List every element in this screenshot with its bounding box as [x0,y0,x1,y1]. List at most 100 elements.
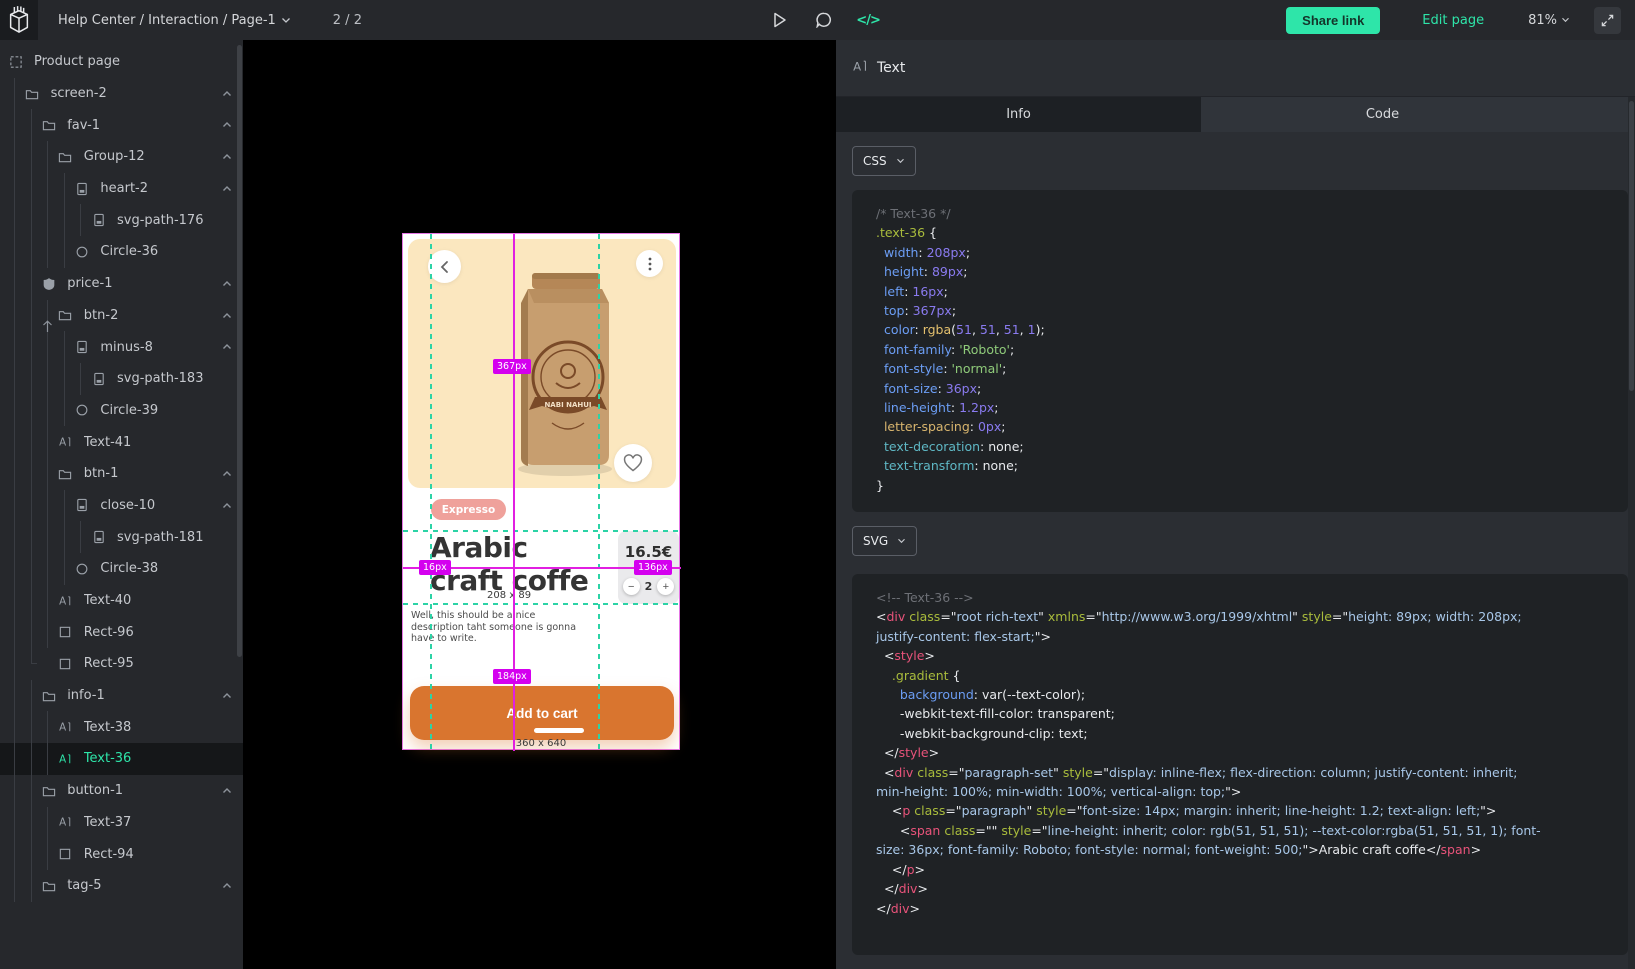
layer-label: screen-2 [51,86,243,101]
rect-icon [58,847,73,862]
layer-row-info-1[interactable]: info-1 [0,680,243,712]
tree-indent-guide [31,743,32,775]
layer-row-close-10[interactable]: close-10 [0,490,243,522]
layer-row-fav-1[interactable]: fav-1 [0,109,243,141]
minus-button[interactable]: − [623,578,640,595]
edit-page-link[interactable]: Edit page [1422,13,1484,28]
css-language-select[interactable]: CSS [852,146,916,176]
css-language-value: CSS [863,154,887,168]
comment-button[interactable] [814,11,834,29]
inspector-title: Text [877,60,905,76]
design-canvas[interactable]: NABI NAHUI Expresso Arabic craft coffe [243,40,836,969]
tree-indent-guide [14,331,15,363]
tree-indent-guide [31,173,32,205]
tree-indent-guide [31,204,32,236]
chevron-up-icon[interactable] [221,151,233,167]
tree-indent-guide [14,838,15,870]
layer-row-product page[interactable]: Product page [0,46,243,78]
layer-row-text-40[interactable]: AText-40 [0,585,243,617]
tab-info[interactable]: Info [836,97,1201,132]
layer-row-rect-95[interactable]: Rect-95 [0,648,243,680]
layer-row-text-41[interactable]: AText-41 [0,426,243,458]
code-line: </div> [876,879,1604,898]
code-line: color: rgba(51, 51, 51, 1); [876,320,1604,339]
panel-scrollbar-thumb[interactable] [1629,101,1634,391]
layer-row-circle-38[interactable]: Circle-38 [0,553,243,585]
text-layer-icon: A [852,58,868,78]
chevron-up-icon[interactable] [221,500,233,516]
chevron-up-icon[interactable] [221,785,233,801]
sidebar-scrollbar[interactable] [237,45,242,657]
chevron-up-icon[interactable] [221,880,233,896]
tree-indent-guide [14,268,15,300]
tree-indent-guide [31,838,32,870]
code-mode-button[interactable]: </> [858,11,878,29]
layer-row-price-1[interactable]: price-1 [0,268,243,300]
play-button[interactable] [770,11,790,29]
text-icon: A [58,720,73,735]
fullscreen-button[interactable] [1594,7,1621,34]
code-line: size: 36px; font-family: Roboto; font-st… [876,840,1604,859]
layer-row-rect-94[interactable]: Rect-94 [0,838,243,870]
circle-icon [74,244,89,259]
share-link-button[interactable]: Share link [1286,7,1380,34]
chevron-up-icon[interactable] [221,119,233,135]
layer-row-svg-path-183[interactable]: svg-path-183 [0,363,243,395]
back-button[interactable] [428,250,461,283]
layer-row-group-12[interactable]: Group-12 [0,141,243,173]
more-options-button[interactable] [636,250,663,277]
layer-label: Rect-94 [84,847,243,862]
layer-row-text-37[interactable]: AText-37 [0,807,243,839]
tree-indent-guide [31,553,32,585]
chevron-up-icon[interactable] [221,310,233,326]
text-icon: A [58,815,73,830]
chevron-up-icon[interactable] [221,690,233,706]
code-line: text-decoration: none; [876,437,1604,456]
svg-language-select[interactable]: SVG [852,526,917,556]
folder-icon [25,86,40,101]
layer-row-minus-8[interactable]: minus-8 [0,331,243,363]
layer-row-button-1[interactable]: button-1 [0,775,243,807]
layer-row-screen-2[interactable]: screen-2 [0,78,243,110]
css-code-block[interactable]: /* Text-36 */.text-36 { width: 208px; he… [852,190,1628,512]
tree-indent-guide [47,204,48,236]
layer-row-text-36[interactable]: AText-36 [0,743,243,775]
frame-icon [8,54,23,69]
tree-indent-guide [47,616,48,648]
breadcrumb[interactable]: Help Center / Interaction / Page-1 [58,13,291,28]
layer-row-svg-path-181[interactable]: svg-path-181 [0,521,243,553]
tree-indent-guide [80,363,81,395]
zoom-select[interactable]: 81% [1528,13,1570,28]
layer-row-heart-2[interactable]: heart-2 [0,173,243,205]
folder-icon [58,466,73,481]
chevron-up-icon[interactable] [221,88,233,104]
tree-indent-guide [14,648,15,680]
chevron-down-icon [1561,17,1570,23]
tree-indent-guide [14,711,15,743]
app-logo[interactable] [0,0,38,40]
tab-code[interactable]: Code [1201,97,1564,132]
chevron-up-icon[interactable] [221,183,233,199]
chevron-up-icon[interactable] [221,468,233,484]
plus-button[interactable]: + [657,578,674,595]
panel-scrollbar[interactable] [1628,97,1635,969]
chevron-up-icon[interactable] [221,341,233,357]
layer-row-tag-5[interactable]: tag-5 [0,870,243,902]
layer-row-text-38[interactable]: AText-38 [0,711,243,743]
svg-code-block[interactable]: <!-- Text-36 --><div class="root rich-te… [852,574,1628,955]
favorite-button[interactable] [614,444,652,482]
tree-indent-guide [47,838,48,870]
tree-indent-guide [14,173,15,205]
measure-badge-right: 136px [634,560,672,575]
layer-row-btn-2[interactable]: btn-2 [0,300,243,332]
chevron-up-icon[interactable] [221,278,233,294]
layer-label: Rect-96 [84,625,243,640]
circle-icon [74,561,89,576]
layer-row-svg-path-176[interactable]: svg-path-176 [0,204,243,236]
tree-indent-guide [31,236,32,268]
chat-bubble-icon [816,12,832,28]
layer-row-rect-96[interactable]: Rect-96 [0,616,243,648]
layer-row-btn-1[interactable]: btn-1 [0,458,243,490]
layer-row-circle-36[interactable]: Circle-36 [0,236,243,268]
layer-row-circle-39[interactable]: Circle-39 [0,395,243,427]
